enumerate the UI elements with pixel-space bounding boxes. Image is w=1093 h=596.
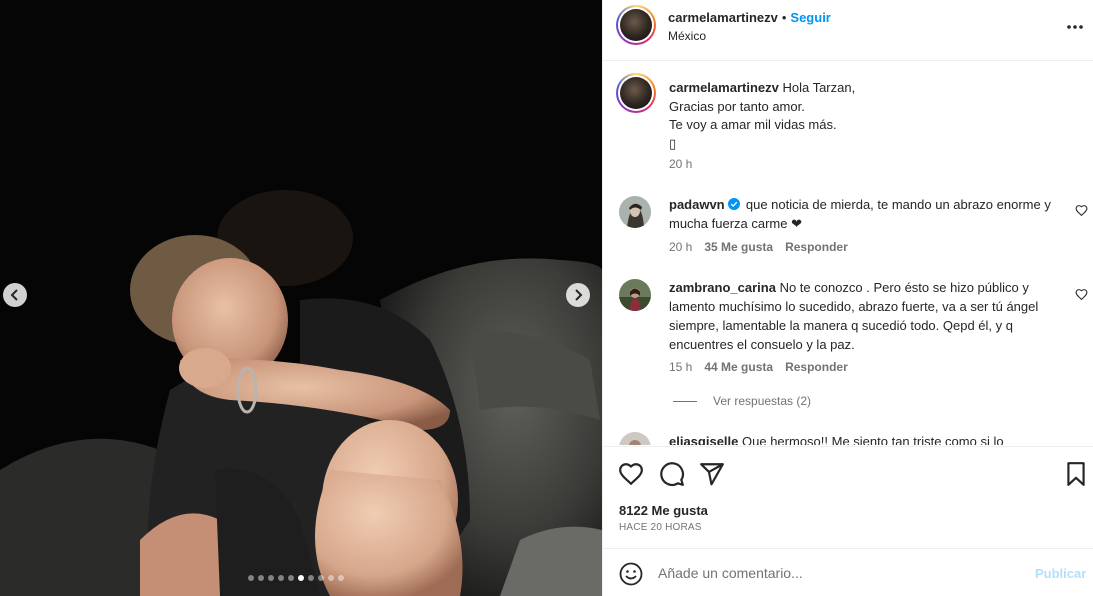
carousel-dot	[288, 575, 294, 581]
commenter-avatar[interactable]	[619, 279, 651, 311]
caption-line: ▯	[669, 135, 677, 151]
author-avatar[interactable]	[616, 5, 656, 45]
chevron-left-icon	[10, 289, 18, 301]
carousel-dot	[308, 575, 314, 581]
comment-username[interactable]: zambrano_carina	[669, 280, 776, 295]
post-location[interactable]: México	[668, 29, 706, 43]
caption: carmelamartinezv Hola Tarzan, Gracias po…	[669, 79, 1069, 153]
verified-badge-icon	[728, 198, 741, 210]
view-replies-label: Ver respuestas (2)	[713, 394, 812, 408]
comment-input[interactable]	[658, 561, 1008, 585]
carousel-dot	[298, 575, 304, 581]
caption-line: Gracias por tanto amor.	[669, 98, 805, 114]
comment-text: padawvn que noticia de mierda, te mando …	[669, 195, 1059, 233]
carousel-dot	[318, 575, 324, 581]
more-horizontal-icon[interactable]	[1065, 17, 1085, 37]
post-header: carmelamartinezv • Seguir México	[603, 0, 1093, 61]
comment-body: Que hermoso!! Me siento tan triste como …	[742, 434, 1004, 445]
caption-line: Te voy a amar mil vidas más.	[669, 117, 837, 132]
post-photo	[0, 0, 602, 596]
comment-meta: 15 h 44 Me gusta Responder	[669, 360, 860, 374]
reply-button[interactable]: Responder	[785, 240, 848, 254]
send-icon[interactable]	[699, 461, 725, 487]
comment-username[interactable]: padawvn	[669, 197, 725, 212]
comment-likes[interactable]: 44 Me gusta	[704, 360, 773, 374]
follow-button[interactable]: Seguir	[790, 10, 830, 25]
comment-icon[interactable]	[659, 461, 685, 487]
bookmark-icon[interactable]	[1063, 461, 1089, 487]
carousel-dot	[258, 575, 264, 581]
carousel-indicator	[248, 575, 344, 581]
publish-button[interactable]: Publicar	[1035, 566, 1086, 581]
caption-avatar[interactable]	[616, 73, 656, 113]
like-comment-icon[interactable]	[1075, 288, 1088, 301]
comment-composer: Publicar	[603, 548, 1093, 596]
comments-list[interactable]: carmelamartinezv Hola Tarzan, Gracias po…	[603, 62, 1093, 445]
commenter-avatar[interactable]	[619, 196, 651, 228]
photo-image	[0, 0, 602, 596]
carousel-dot	[248, 575, 254, 581]
comment-text: zambrano_carina No te conozco . Pero ést…	[669, 278, 1059, 354]
heart-icon[interactable]	[618, 461, 644, 487]
previous-slide-button[interactable]	[3, 283, 27, 307]
post-time[interactable]: HACE 20 HORAS	[619, 522, 702, 533]
carousel-dot	[268, 575, 274, 581]
view-replies-button[interactable]: Ver respuestas (2)	[673, 394, 811, 408]
separator-dot: •	[781, 10, 787, 25]
caption-username[interactable]: carmelamartinezv	[669, 80, 779, 95]
comment-time: 15 h	[669, 360, 693, 374]
post-side-panel: carmelamartinezv • Seguir México carmelama…	[602, 0, 1093, 596]
next-slide-button[interactable]	[566, 283, 590, 307]
reply-button[interactable]: Responder	[785, 360, 848, 374]
carousel-dot	[328, 575, 334, 581]
post-actions	[603, 446, 1093, 494]
emoji-icon[interactable]	[619, 562, 643, 586]
commenter-avatar[interactable]	[619, 432, 651, 445]
comment-body: que noticia de mierda, te mando un abraz…	[669, 197, 1051, 231]
comment-username[interactable]: eliasgiselle	[669, 434, 738, 445]
comment-text: eliasgiselle Que hermoso!! Me siento tan…	[669, 434, 1004, 445]
comment-meta: 20 h 35 Me gusta Responder	[669, 240, 860, 254]
likes-count[interactable]: 8122 Me gusta	[619, 503, 708, 518]
comment-likes[interactable]: 35 Me gusta	[704, 240, 773, 254]
carousel-dot	[338, 575, 344, 581]
chevron-right-icon	[575, 289, 583, 301]
carousel-dot	[278, 575, 284, 581]
caption-line: Hola Tarzan,	[782, 80, 856, 95]
comment-time: 20 h	[669, 240, 693, 254]
like-comment-icon[interactable]	[1075, 204, 1088, 217]
caption-time: 20 h	[669, 157, 693, 171]
author-username[interactable]: carmelamartinezv	[668, 10, 778, 25]
replies-divider	[673, 400, 697, 402]
